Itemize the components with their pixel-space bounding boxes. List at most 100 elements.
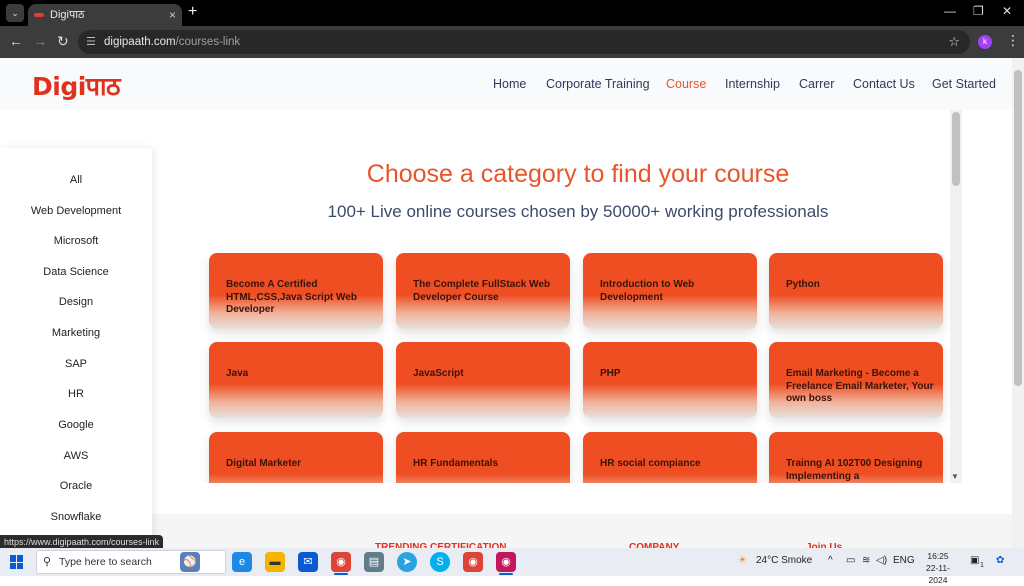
site-logo[interactable]: Digiपाठ <box>32 69 121 103</box>
course-card[interactable]: Python <box>769 253 943 329</box>
active-app-indicator <box>499 573 513 575</box>
course-title: JavaScript <box>413 368 464 379</box>
network-icon[interactable]: ▭ <box>846 555 855 566</box>
restore-icon[interactable]: ❐ <box>973 4 984 18</box>
category-item[interactable]: HR <box>0 388 152 400</box>
forward-icon[interactable]: → <box>33 33 47 49</box>
category-item[interactable]: AWS <box>0 450 152 462</box>
mail-icon[interactable]: ✉ <box>298 552 318 572</box>
category-item[interactable]: All <box>0 174 152 186</box>
site-info-icon[interactable]: ☰ <box>86 30 96 54</box>
app-icon[interactable]: ▤ <box>364 552 384 572</box>
course-title: Java <box>226 368 249 379</box>
close-window-icon[interactable]: ✕ <box>1002 4 1012 18</box>
notification-count: 1 <box>980 562 984 569</box>
course-grid-scroll-thumb[interactable] <box>952 112 960 186</box>
url-host: digipaath.com <box>104 36 176 48</box>
category-item[interactable]: Snowflake <box>0 511 152 523</box>
toolbar: ← → ↻ ☰ digipaath.com/courses-link ☆ <box>0 26 1024 58</box>
address-bar[interactable]: ☰ digipaath.com/courses-link ☆ <box>78 30 970 54</box>
course-title: HR social compiance <box>600 458 701 469</box>
cricket-widget-icon[interactable]: ⚾ <box>180 552 200 572</box>
url-path: /courses-link <box>175 36 241 48</box>
category-sidebar: All Web Development Microsoft Data Scien… <box>0 148 152 540</box>
taskbar: ⚲ Type here to search ⚾ e ▬ ✉ ◉ ▤ ➤ S ◉ … <box>0 548 1024 585</box>
system-clock[interactable]: 16:25 22-11-2024 <box>918 550 958 586</box>
course-card[interactable]: PHP <box>583 342 757 418</box>
category-item[interactable]: Microsoft <box>0 235 152 247</box>
volume-icon[interactable]: ◁) <box>876 555 887 566</box>
browser-tab[interactable]: Digiपाठ × <box>28 4 182 26</box>
page-subtitle: 100+ Live online courses chosen by 50000… <box>327 202 829 221</box>
nav-contact-us[interactable]: Contact Us <box>853 77 915 91</box>
search-icon: ⚲ <box>43 556 52 568</box>
clock-date: 22-11-2024 <box>926 563 950 585</box>
category-item[interactable]: Marketing <box>0 327 152 339</box>
nav-home[interactable]: Home <box>493 77 526 91</box>
course-card[interactable]: The Complete FullStack Web Developer Cou… <box>396 253 570 329</box>
profile-avatar[interactable]: k <box>978 35 992 49</box>
nav-course[interactable]: Course <box>666 77 706 91</box>
course-card[interactable]: HR social compiance <box>583 432 757 483</box>
course-card[interactable]: Java <box>209 342 383 418</box>
search-placeholder: Type here to search <box>59 556 152 568</box>
page-title: Choose a category to find your course <box>366 160 790 188</box>
weather-text[interactable]: 24°C Smoke <box>756 555 812 566</box>
scroll-down-arrow-icon[interactable]: ▼ <box>951 472 959 481</box>
file-explorer-icon[interactable]: ▬ <box>265 552 285 572</box>
course-title: Python <box>786 279 820 290</box>
chrome-profile-icon[interactable]: ◉ <box>496 552 516 572</box>
tab-close-icon[interactable]: × <box>169 4 176 26</box>
windows-start-icon[interactable] <box>10 555 24 569</box>
new-tab-button[interactable]: + <box>188 3 197 21</box>
course-card[interactable]: Digital Marketer <box>209 432 383 483</box>
course-card[interactable]: HR Fundamentals <box>396 432 570 483</box>
tray-chevron-icon[interactable]: ^ <box>828 555 833 566</box>
nav-corporate-training[interactable]: Corporate Training <box>546 77 650 91</box>
weather-icon: ☀ <box>738 555 747 566</box>
course-card[interactable]: Trainng AI 102T00 Designing Implementing… <box>769 432 943 483</box>
telegram-icon[interactable]: ➤ <box>397 552 417 572</box>
favicon-icon <box>34 13 44 17</box>
minimize-icon[interactable]: — <box>944 4 956 18</box>
chrome-icon[interactable]: ◉ <box>331 552 351 572</box>
course-card[interactable]: Email Marketing - Become a Freelance Ema… <box>769 342 943 418</box>
reload-icon[interactable]: ↻ <box>57 33 69 50</box>
category-item[interactable]: SAP <box>0 358 152 370</box>
language-indicator[interactable]: ENG <box>893 555 915 566</box>
chrome-icon[interactable]: ◉ <box>463 552 483 572</box>
back-icon[interactable]: ← <box>9 33 23 49</box>
notification-icon[interactable]: ▣ <box>970 555 979 566</box>
category-item[interactable]: Design <box>0 296 152 308</box>
copilot-icon[interactable]: ✿ <box>996 555 1004 566</box>
link-status-bar: https://www.digipaath.com/courses-link <box>0 535 164 549</box>
course-title: Become A Certified HTML,CSS,Java Script … <box>226 279 357 315</box>
course-card[interactable]: Introduction to Web Development <box>583 253 757 329</box>
course-title: Email Marketing - Become a Freelance Ema… <box>786 368 934 404</box>
tab-search-button[interactable]: ⌄ <box>6 4 24 22</box>
nav-carrer[interactable]: Carrer <box>799 77 834 91</box>
category-item[interactable]: Data Science <box>0 266 152 278</box>
category-item[interactable]: Oracle <box>0 480 152 492</box>
edge-icon[interactable]: e <box>232 552 252 572</box>
tab-strip: ⌄ Digiपाठ × + — ❐ ✕ <box>0 0 1024 26</box>
course-card[interactable]: JavaScript <box>396 342 570 418</box>
skype-icon[interactable]: S <box>430 552 450 572</box>
active-app-indicator <box>334 573 348 575</box>
browser-menu-icon[interactable]: ⋮ <box>1006 32 1020 49</box>
course-title: HR Fundamentals <box>413 458 499 469</box>
bookmark-star-icon[interactable]: ☆ <box>948 30 960 54</box>
course-card[interactable]: Become A Certified HTML,CSS,Java Script … <box>209 253 383 329</box>
wifi-icon[interactable]: ≋ <box>862 555 870 566</box>
site-header: Digiपाठ Home Corporate Training Course I… <box>0 58 1024 110</box>
course-title: Introduction to Web Development <box>600 279 695 303</box>
course-grid: Become A Certified HTML,CSS,Java Script … <box>200 244 950 483</box>
page-scroll-thumb[interactable] <box>1014 70 1022 386</box>
category-item[interactable]: Web Development <box>0 205 152 217</box>
clock-time: 16:25 <box>927 551 949 561</box>
nav-internship[interactable]: Internship <box>725 77 780 91</box>
course-title: PHP <box>600 368 621 379</box>
nav-get-started[interactable]: Get Started <box>932 77 996 91</box>
course-title: Trainng AI 102T00 Designing Implementing… <box>786 458 923 482</box>
category-item[interactable]: Google <box>0 419 152 431</box>
